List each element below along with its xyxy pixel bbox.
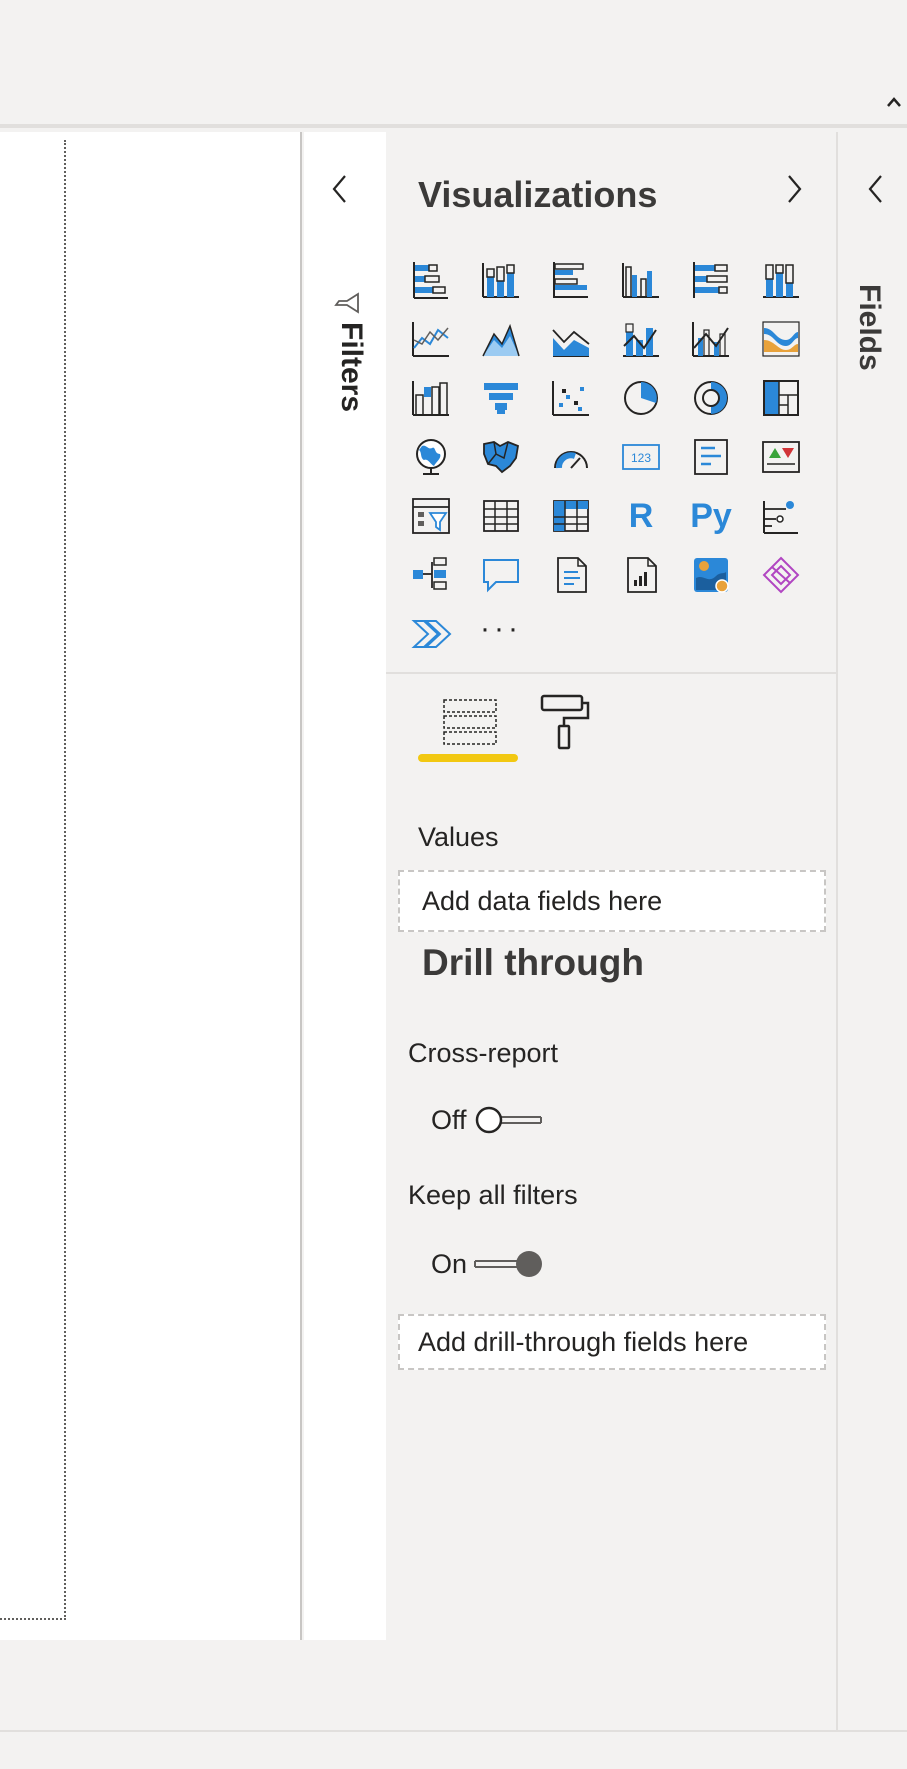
gauge-icon[interactable] — [536, 427, 606, 486]
keep-filters-toggle[interactable]: On — [431, 1244, 543, 1284]
kpi-icon[interactable] — [746, 427, 816, 486]
power-automate-icon[interactable] — [396, 604, 466, 663]
power-apps-icon[interactable] — [746, 545, 816, 604]
smart-narrative-icon[interactable] — [536, 545, 606, 604]
filter-funnel-icon — [334, 292, 359, 314]
100-stacked-column-chart-icon[interactable] — [746, 250, 816, 309]
collapse-visualizations-chevron-icon[interactable] — [782, 172, 806, 206]
cross-report-state: Off — [431, 1104, 467, 1135]
fields-label-text: Fields — [853, 284, 886, 371]
status-bar — [0, 1730, 907, 1769]
report-canvas[interactable] — [0, 132, 302, 1640]
expand-fields-chevron-icon[interactable] — [864, 172, 888, 206]
expand-filters-chevron-icon[interactable] — [328, 172, 352, 206]
values-label: Values — [418, 822, 499, 852]
toggle-on-icon — [474, 1251, 543, 1277]
line-and-stacked-column-chart-icon[interactable] — [606, 309, 676, 368]
drill-through-heading: Drill through — [422, 942, 644, 983]
ribbon-chart-icon[interactable] — [746, 309, 816, 368]
page-boundary — [0, 140, 66, 1620]
power-bi-report-view: Filters Visualizations 123 R Py ··· Valu… — [0, 0, 907, 1769]
paginated-report-icon[interactable] — [606, 545, 676, 604]
page-tabs-area — [0, 1640, 386, 1730]
scatter-chart-icon[interactable] — [536, 368, 606, 427]
donut-chart-icon[interactable] — [676, 368, 746, 427]
fields-well-icon — [443, 699, 497, 745]
collapse-ribbon-icon[interactable] — [884, 92, 904, 112]
line-chart-icon[interactable] — [396, 309, 466, 368]
visual-gallery: 123 R Py ··· — [396, 250, 816, 663]
card-icon[interactable]: 123 — [606, 427, 676, 486]
active-tab-indicator — [418, 754, 518, 762]
toggle-off-icon — [475, 1106, 542, 1134]
keep-filters-label: Keep all filters — [408, 1180, 578, 1210]
line-and-clustered-column-chart-icon[interactable] — [676, 309, 746, 368]
format-paint-roller-icon[interactable] — [536, 692, 592, 752]
area-chart-icon[interactable] — [466, 309, 536, 368]
cross-report-label: Cross-report — [408, 1038, 559, 1068]
filled-map-icon[interactable] — [466, 427, 536, 486]
cross-report-toggle[interactable]: Off — [431, 1100, 543, 1140]
key-influencers-icon[interactable] — [746, 486, 816, 545]
values-drop-well[interactable]: Add data fields here — [398, 870, 826, 932]
clustered-column-chart-icon[interactable] — [606, 250, 676, 309]
filters-pane: Filters — [304, 132, 386, 1640]
python-visual-icon[interactable]: Py — [676, 486, 746, 545]
funnel-icon[interactable] — [466, 368, 536, 427]
r-visual-icon[interactable]: R — [606, 486, 676, 545]
treemap-icon[interactable] — [746, 368, 816, 427]
matrix-icon[interactable] — [536, 486, 606, 545]
keep-filters-state: On — [431, 1248, 468, 1279]
stacked-area-chart-icon[interactable] — [536, 309, 606, 368]
waterfall-chart-icon[interactable] — [396, 368, 466, 427]
visualizations-divider — [386, 672, 838, 674]
stacked-bar-chart-icon[interactable] — [396, 250, 466, 309]
arcgis-map-icon[interactable] — [676, 545, 746, 604]
clustered-bar-chart-icon[interactable] — [536, 250, 606, 309]
visualizations-title: Visualizations — [418, 174, 658, 215]
more-visuals-icon[interactable]: ··· — [466, 604, 536, 663]
pie-chart-icon[interactable] — [606, 368, 676, 427]
tab-build-visual[interactable] — [418, 684, 518, 764]
decomposition-tree-icon[interactable] — [396, 545, 466, 604]
filters-pane-label[interactable]: Filters — [334, 322, 374, 462]
visualizations-pane: Visualizations 123 R Py ··· Values Add d… — [386, 132, 838, 1730]
stacked-column-chart-icon[interactable] — [466, 250, 536, 309]
python-visual-label: Py — [690, 496, 732, 535]
more-visuals-dots: ··· — [480, 611, 522, 645]
drill-through-drop-well[interactable]: Add drill-through fields here — [398, 1314, 826, 1370]
qa-icon[interactable] — [466, 545, 536, 604]
svg-text:123: 123 — [631, 451, 651, 465]
100-stacked-bar-chart-icon[interactable] — [676, 250, 746, 309]
table-icon[interactable] — [466, 486, 536, 545]
ribbon-area — [0, 0, 907, 128]
slicer-icon[interactable] — [396, 486, 466, 545]
multi-row-card-icon[interactable] — [676, 427, 746, 486]
map-icon[interactable] — [396, 427, 466, 486]
values-placeholder: Add data fields here — [422, 885, 663, 916]
fields-pane-label[interactable]: Fields — [852, 284, 892, 404]
r-visual-label: R — [628, 496, 654, 535]
fields-pane: Fields — [840, 132, 907, 1730]
filters-label-text: Filters — [335, 322, 368, 413]
drill-through-placeholder: Add drill-through fields here — [418, 1326, 749, 1357]
